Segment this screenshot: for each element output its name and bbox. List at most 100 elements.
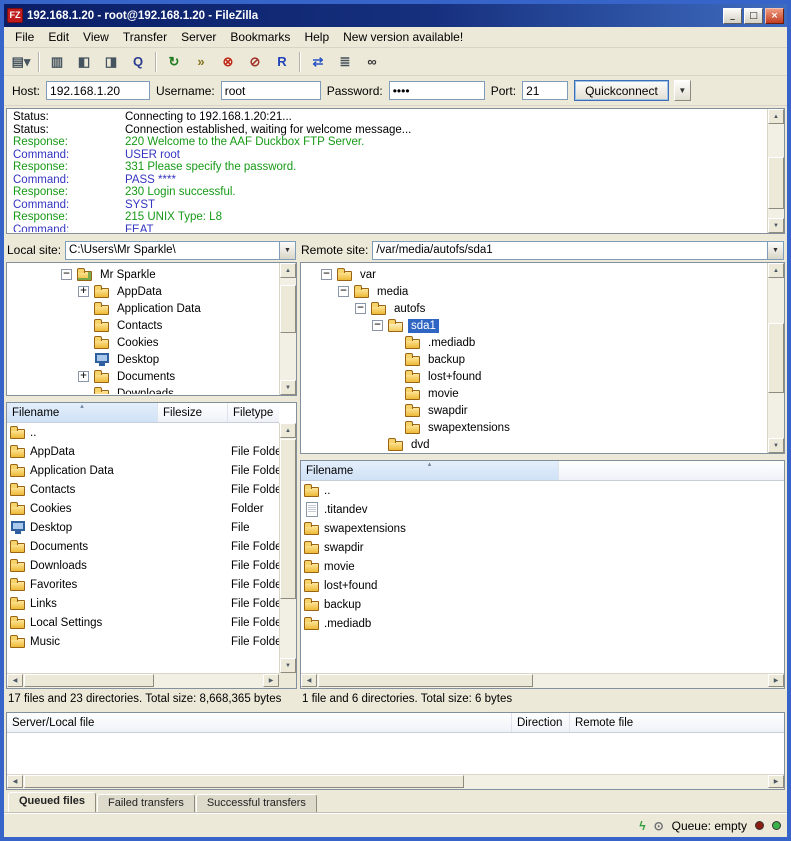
refresh-button[interactable]: ↻ xyxy=(161,50,187,73)
file-row[interactable]: .mediadb xyxy=(301,614,784,633)
file-row[interactable]: .. xyxy=(301,481,784,500)
file-row[interactable]: Music File Folder xyxy=(7,632,279,651)
site-manager-button[interactable]: ▤▾ xyxy=(8,50,34,73)
menu-help[interactable]: Help xyxy=(297,28,336,46)
toggle-message-log-button[interactable]: ▥ xyxy=(44,50,70,73)
close-button[interactable]: × xyxy=(765,8,784,24)
tree-expander[interactable] xyxy=(78,371,89,382)
scroll-thumb[interactable] xyxy=(768,323,784,393)
queue-tab[interactable]: Queued files xyxy=(8,792,96,813)
file-row[interactable]: backup xyxy=(301,595,784,614)
local-site-combobox[interactable]: C:\Users\Mr Sparkle\ ▼ xyxy=(65,241,296,260)
quickconnect-button[interactable]: Quickconnect xyxy=(574,80,669,101)
toggle-local-tree-button[interactable]: ◧ xyxy=(71,50,97,73)
scroll-left-icon[interactable] xyxy=(7,775,23,788)
tree-item[interactable]: dvd xyxy=(302,436,766,452)
quickconnect-dropdown-icon[interactable]: ▼ xyxy=(674,80,691,101)
file-row[interactable]: AppData File Folder xyxy=(7,442,279,461)
reconnect-button[interactable]: R xyxy=(269,50,295,73)
maximize-button[interactable]: □ xyxy=(744,8,763,24)
queue-tab[interactable]: Successful transfers xyxy=(196,794,317,813)
synchronized-browsing-button[interactable]: ≣ xyxy=(332,50,358,73)
scroll-down-icon[interactable] xyxy=(768,218,784,233)
scroll-thumb[interactable] xyxy=(280,285,296,333)
menu-view[interactable]: View xyxy=(76,28,116,46)
scroll-thumb[interactable] xyxy=(768,157,784,209)
file-row[interactable]: Links File Folder xyxy=(7,594,279,613)
scroll-right-icon[interactable] xyxy=(263,674,279,687)
scroll-up-icon[interactable] xyxy=(280,423,296,438)
tree-item[interactable]: AppData xyxy=(8,283,278,300)
file-row[interactable]: .. xyxy=(7,423,279,442)
minimize-button[interactable]: _ xyxy=(723,8,742,24)
host-input[interactable] xyxy=(46,81,150,100)
tree-expander[interactable] xyxy=(338,286,349,297)
file-row[interactable]: .titandev xyxy=(301,500,784,519)
scroll-down-icon[interactable] xyxy=(768,438,784,453)
scroll-down-icon[interactable] xyxy=(280,380,296,395)
file-row[interactable]: lost+found xyxy=(301,576,784,595)
tree-expander[interactable] xyxy=(61,269,72,280)
column-header-remote-file[interactable]: Remote file xyxy=(570,713,784,732)
menu-transfer[interactable]: Transfer xyxy=(116,28,174,46)
scroll-up-icon[interactable] xyxy=(768,109,784,124)
directory-comparison-button[interactable]: ⇄ xyxy=(305,50,331,73)
tree-item[interactable]: Downloads xyxy=(8,385,278,394)
scroll-thumb[interactable] xyxy=(24,674,154,687)
menu-bookmarks[interactable]: Bookmarks xyxy=(223,28,297,46)
local-tree-vertical-scrollbar[interactable] xyxy=(279,263,296,395)
file-row[interactable]: swapextensions xyxy=(301,519,784,538)
tree-item[interactable]: swapextensions xyxy=(302,419,766,436)
column-header-direction[interactable]: Direction xyxy=(512,713,570,732)
password-input[interactable] xyxy=(389,81,485,100)
file-row[interactable]: Cookies Folder xyxy=(7,499,279,518)
tree-expander[interactable] xyxy=(355,303,366,314)
tree-item[interactable]: Mr Sparkle xyxy=(8,266,278,283)
file-row[interactable]: swapdir xyxy=(301,538,784,557)
tree-item[interactable]: Desktop xyxy=(8,351,278,368)
log-vertical-scrollbar[interactable] xyxy=(767,109,784,233)
menu-new-version[interactable]: New version available! xyxy=(336,28,470,46)
tree-item[interactable]: Contacts xyxy=(8,317,278,334)
file-row[interactable]: Desktop File xyxy=(7,518,279,537)
queue-horizontal-scrollbar[interactable] xyxy=(7,774,784,789)
remote-site-combobox[interactable]: /var/media/autofs/sda1 ▼ xyxy=(372,241,784,260)
column-header-filename[interactable]: Filename xyxy=(7,403,158,422)
scroll-up-icon[interactable] xyxy=(768,263,784,278)
tree-item[interactable]: .mediadb xyxy=(302,334,766,351)
tree-item[interactable]: backup xyxy=(302,351,766,368)
scroll-right-icon[interactable] xyxy=(768,775,784,788)
local-list-vertical-scrollbar[interactable] xyxy=(279,423,296,673)
tree-expander[interactable] xyxy=(321,269,332,280)
tree-item[interactable]: Cookies xyxy=(8,334,278,351)
scroll-up-icon[interactable] xyxy=(280,263,296,278)
tree-item[interactable]: movie xyxy=(302,385,766,402)
scroll-left-icon[interactable] xyxy=(301,674,317,687)
scroll-thumb[interactable] xyxy=(24,775,464,788)
scroll-thumb[interactable] xyxy=(318,674,533,687)
menu-server[interactable]: Server xyxy=(174,28,223,46)
file-row[interactable]: Local Settings File Folder xyxy=(7,613,279,632)
local-site-path[interactable]: C:\Users\Mr Sparkle\ xyxy=(66,244,279,256)
remote-site-path[interactable]: /var/media/autofs/sda1 xyxy=(373,244,767,256)
column-header-filename[interactable]: Filename xyxy=(301,461,559,480)
menu-edit[interactable]: Edit xyxy=(41,28,76,46)
column-header-filesize[interactable]: Filesize xyxy=(158,403,228,422)
file-row[interactable]: Documents File Folder xyxy=(7,537,279,556)
file-row[interactable]: movie xyxy=(301,557,784,576)
tree-item[interactable]: Documents xyxy=(8,368,278,385)
file-row[interactable]: Application Data File Folder xyxy=(7,461,279,480)
local-list-horizontal-scrollbar[interactable] xyxy=(7,673,279,688)
find-button[interactable]: ∞ xyxy=(359,50,385,73)
tree-item[interactable]: swapdir xyxy=(302,402,766,419)
toggle-remote-tree-button[interactable]: ◨ xyxy=(98,50,124,73)
cancel-button[interactable]: ⊗ xyxy=(215,50,241,73)
remote-list-horizontal-scrollbar[interactable] xyxy=(301,673,784,688)
tree-expander[interactable] xyxy=(78,286,89,297)
scroll-left-icon[interactable] xyxy=(7,674,23,687)
tree-item[interactable]: Application Data xyxy=(8,300,278,317)
file-row[interactable]: Favorites File Folder xyxy=(7,575,279,594)
queue-tab[interactable]: Failed transfers xyxy=(97,794,195,813)
chevron-down-icon[interactable]: ▼ xyxy=(767,242,783,259)
scroll-thumb[interactable] xyxy=(280,439,296,599)
